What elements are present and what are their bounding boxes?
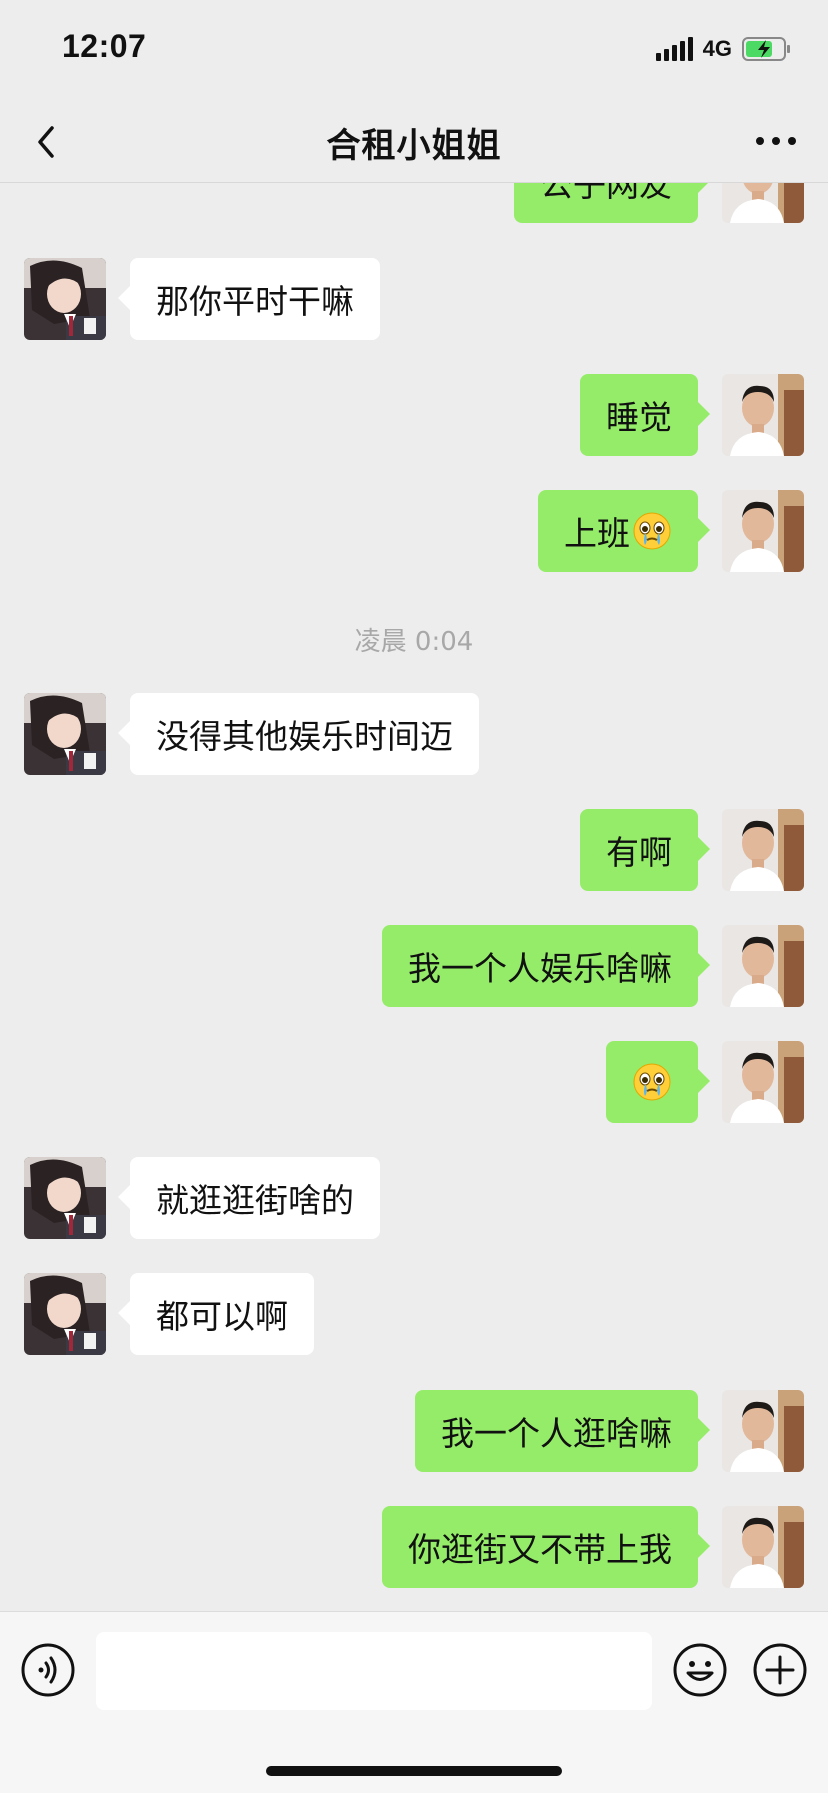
message-bubble-self[interactable]: 睡觉 xyxy=(580,374,710,456)
chat-header: 合租小姐姐 xyxy=(0,100,828,183)
message-list[interactable]: 公子网友 那你平时干嘛 睡觉 上班 凌晨 0:04 没得其他娱乐时间迈 有啊 我… xyxy=(0,183,828,1610)
status-time: 12:07 xyxy=(62,28,147,64)
message-text: 上班 xyxy=(564,514,630,553)
avatar-self[interactable] xyxy=(722,374,804,456)
message-bubble-self[interactable]: 上班 xyxy=(538,490,710,572)
status-bar: 12:07 4G xyxy=(0,0,828,100)
signal-icon xyxy=(655,37,693,61)
avatar-contact[interactable] xyxy=(24,258,106,340)
avatar-self[interactable] xyxy=(722,925,804,1007)
message-text: 你逛街又不带上我 xyxy=(408,1530,672,1569)
message-text: 那你平时干嘛 xyxy=(156,282,354,321)
emoji-icon[interactable] xyxy=(672,1642,728,1698)
teary-face-emoji-icon xyxy=(632,1062,672,1102)
message-bubble-self[interactable] xyxy=(606,1041,710,1123)
avatar-self[interactable] xyxy=(722,1506,804,1588)
message-text: 公子网友 xyxy=(540,183,672,204)
message-bubble-contact[interactable]: 没得其他娱乐时间迈 xyxy=(118,693,479,775)
plus-icon[interactable] xyxy=(752,1642,808,1698)
message-input[interactable] xyxy=(96,1632,652,1710)
avatar-self[interactable] xyxy=(722,1041,804,1123)
message-text: 没得其他娱乐时间迈 xyxy=(156,717,453,756)
message-text: 有啊 xyxy=(606,833,672,872)
status-indicators: 4G xyxy=(655,34,792,64)
voice-icon[interactable] xyxy=(20,1642,76,1698)
avatar-contact[interactable] xyxy=(24,693,106,775)
message-bubble-contact[interactable]: 都可以啊 xyxy=(118,1273,314,1355)
message-bubble-self[interactable]: 你逛街又不带上我 xyxy=(382,1506,710,1588)
message-bubble-contact[interactable]: 那你平时干嘛 xyxy=(118,258,380,340)
chat-title: 合租小姐姐 xyxy=(326,126,502,166)
message-timestamp: 凌晨 0:04 xyxy=(354,627,474,657)
avatar-contact[interactable] xyxy=(24,1273,106,1355)
network-label: 4G xyxy=(702,36,732,61)
avatar-self[interactable] xyxy=(722,490,804,572)
home-indicator[interactable] xyxy=(266,1766,562,1776)
teary-face-emoji-icon xyxy=(632,511,672,551)
battery-icon xyxy=(742,37,792,61)
avatar-self[interactable] xyxy=(722,1390,804,1472)
message-bubble-self[interactable]: 我一个人娱乐啥嘛 xyxy=(382,925,710,1007)
message-bubble-self[interactable]: 有啊 xyxy=(580,809,710,891)
message-text: 都可以啊 xyxy=(156,1297,288,1336)
message-text: 就逛逛街啥的 xyxy=(156,1181,354,1220)
avatar-self[interactable] xyxy=(722,809,804,891)
more-dots-icon[interactable] xyxy=(754,126,798,156)
avatar-self[interactable] xyxy=(722,183,804,223)
avatar-contact[interactable] xyxy=(24,1157,106,1239)
message-bubble-self[interactable]: 我一个人逛啥嘛 xyxy=(415,1390,710,1472)
message-text: 睡觉 xyxy=(606,398,672,437)
message-text: 我一个人娱乐啥嘛 xyxy=(408,949,672,988)
message-bubble-self[interactable]: 公子网友 xyxy=(514,183,710,223)
message-bubble-contact[interactable]: 就逛逛街啥的 xyxy=(118,1157,380,1239)
message-text: 我一个人逛啥嘛 xyxy=(441,1414,672,1453)
